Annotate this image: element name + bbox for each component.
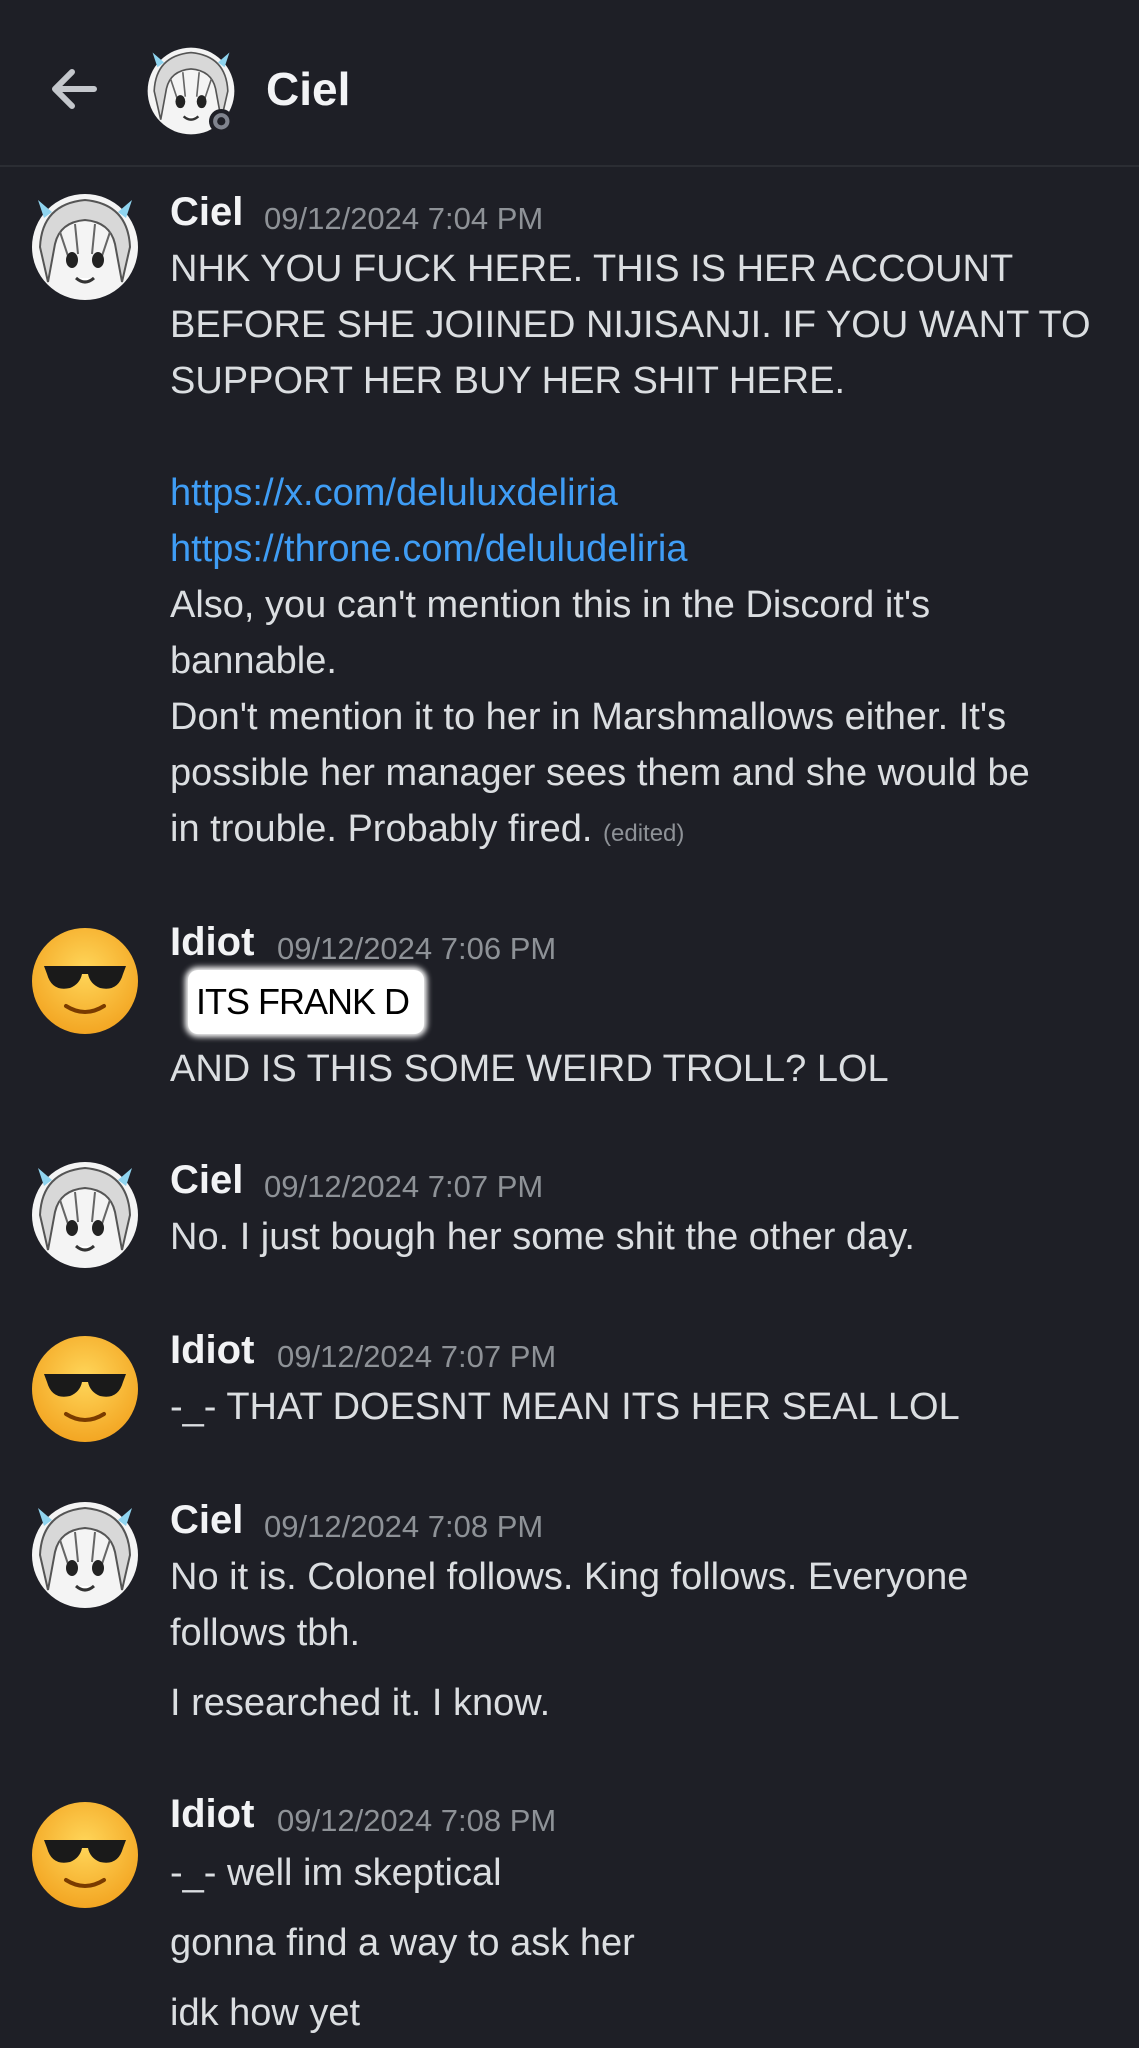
message-text: -_- well im skeptical: [170, 1852, 502, 1894]
message-timestamp: 09/12/2024 7:06 PM: [277, 931, 557, 966]
avatar[interactable]: [30, 926, 140, 1036]
edited-label: (edited): [603, 820, 685, 847]
author-name[interactable]: Idiot: [170, 1328, 254, 1373]
message-text: NHK YOU FUCK HERE. THIS IS HER ACCOUNT: [170, 248, 1014, 290]
message-text: No. I just bough her some shit the other…: [170, 1216, 915, 1258]
chat-header: Ciel: [0, 0, 1139, 167]
message-timestamp: 09/12/2024 7:07 PM: [277, 1339, 557, 1374]
message-timestamp: 09/12/2024 7:07 PM: [264, 1169, 544, 1204]
message-text: follows tbh.: [170, 1612, 361, 1654]
message-text: in trouble. Probably fired. (edited): [170, 808, 684, 851]
author-name[interactable]: Ciel: [170, 190, 243, 235]
message-text: I researched it. I know.: [170, 1682, 551, 1724]
message-text: idk how yet: [170, 1992, 361, 2034]
author-name[interactable]: Idiot: [170, 1792, 254, 1837]
page-title: Ciel: [266, 63, 351, 115]
message-timestamp: 09/12/2024 7:08 PM: [277, 1803, 557, 1838]
arrow-left-icon[interactable]: [44, 58, 106, 120]
message-text: bannable.: [170, 640, 337, 682]
avatar[interactable]: [30, 192, 140, 302]
message-text: gonna find a way to ask her: [170, 1922, 635, 1964]
message-text: Also, you can't mention this in the Disc…: [170, 584, 931, 626]
message-text: No it is. Colonel follows. King follows.…: [170, 1556, 969, 1598]
avatar[interactable]: [146, 46, 236, 136]
message-text: Don't mention it to her in Marshmallows …: [170, 696, 1007, 738]
message-text: AND IS THIS SOME WEIRD TROLL? LOL: [170, 1048, 889, 1090]
message-link[interactable]: https://x.com/deluluxdeliria: [170, 472, 618, 515]
avatar[interactable]: [30, 1160, 140, 1270]
message-timestamp: 09/12/2024 7:08 PM: [264, 1509, 544, 1544]
redacted-text: ITS FRANK D: [196, 981, 410, 1022]
message-text: -_- THAT DOESNT MEAN ITS HER SEAL LOL: [170, 1386, 960, 1428]
message-text-content: in trouble. Probably fired.: [170, 808, 593, 850]
avatar[interactable]: [30, 1800, 140, 1910]
author-name[interactable]: Ciel: [170, 1498, 243, 1543]
message-link[interactable]: https://throne.com/deluludeliria: [170, 528, 688, 571]
avatar[interactable]: [30, 1334, 140, 1444]
message-text: SUPPORT HER BUY HER SHIT HERE.: [170, 360, 846, 402]
message-text: BEFORE SHE JOIINED NIJISANJI. IF YOU WAN…: [170, 304, 1091, 346]
author-name[interactable]: Idiot: [170, 920, 254, 965]
avatar[interactable]: [30, 1500, 140, 1610]
message-timestamp: 09/12/2024 7:04 PM: [264, 201, 544, 236]
author-name[interactable]: Ciel: [170, 1158, 243, 1203]
message-text: possible her manager sees them and she w…: [170, 752, 1030, 794]
